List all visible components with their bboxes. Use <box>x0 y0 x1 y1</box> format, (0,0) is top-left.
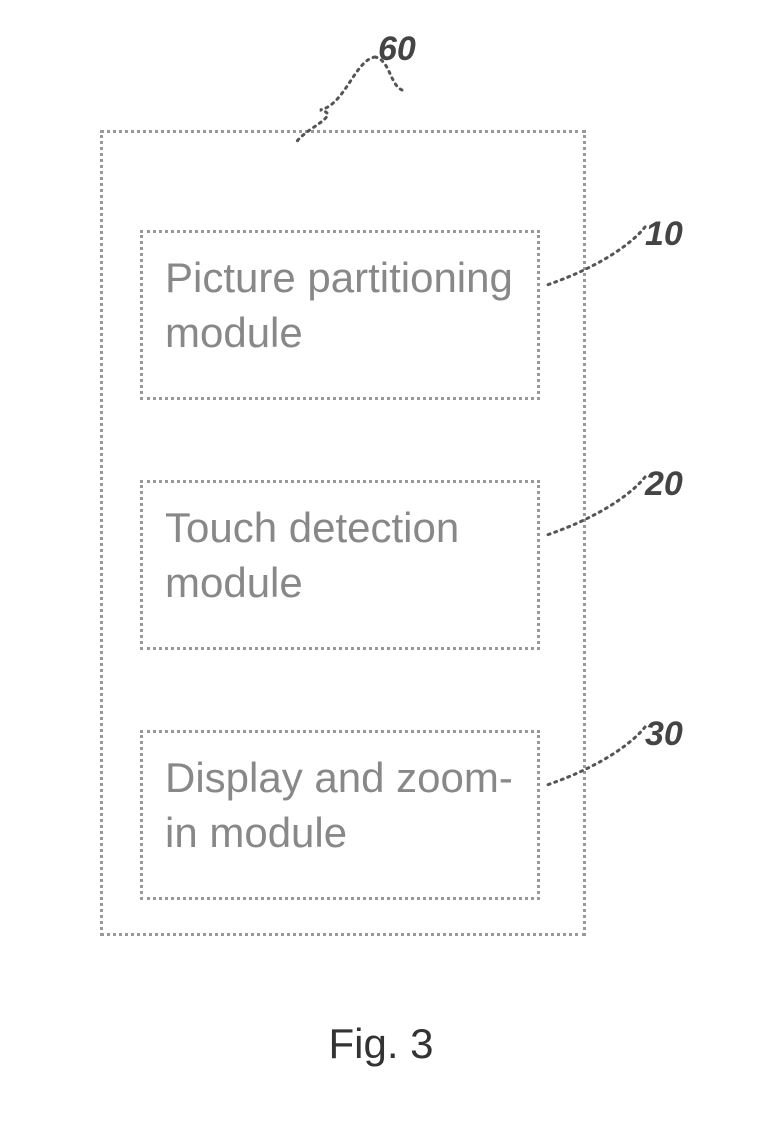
module-box-3: Display and zoom-in module <box>140 730 540 900</box>
module-label-2: Touch detection module <box>165 501 515 610</box>
reference-numeral-30: 30 <box>645 715 683 754</box>
reference-numeral-10: 10 <box>645 215 683 254</box>
module-box-2: Touch detection module <box>140 480 540 650</box>
leader-line-30-icon <box>545 725 655 795</box>
reference-numeral-20: 20 <box>645 465 683 504</box>
module-box-1: Picture partitioning module <box>140 230 540 400</box>
leader-line-10-icon <box>545 225 655 295</box>
module-label-3: Display and zoom-in module <box>165 751 515 860</box>
reference-numeral-60: 60 <box>378 30 416 69</box>
leader-line-20-icon <box>545 475 655 545</box>
module-label-1: Picture partitioning module <box>165 251 515 360</box>
figure-caption: Fig. 3 <box>0 1020 762 1068</box>
